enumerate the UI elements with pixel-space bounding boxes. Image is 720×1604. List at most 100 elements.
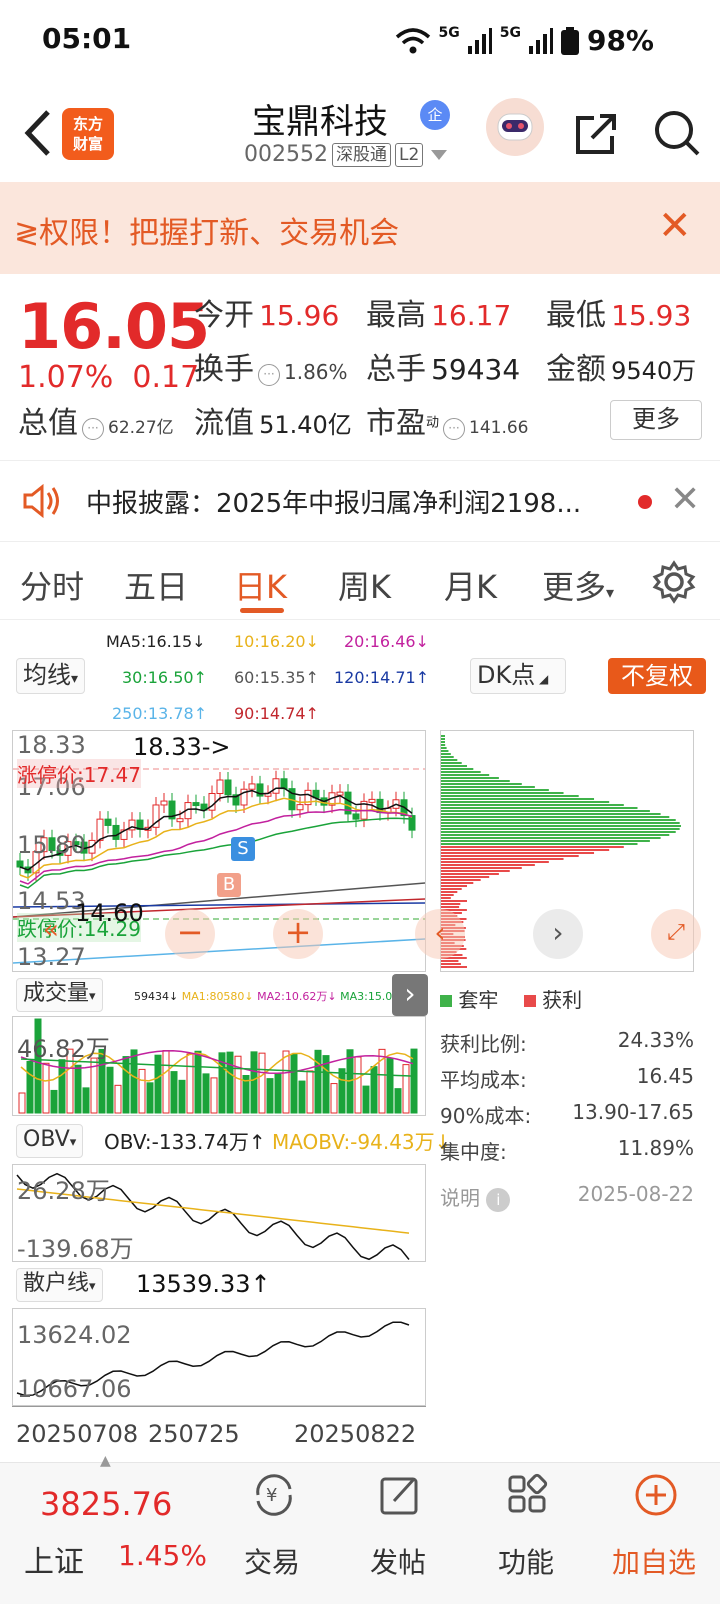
stock-code-row[interactable]: 002552 深股通 L2 xyxy=(244,142,448,167)
turnover-cell: 换手 ··· 1.86% xyxy=(194,344,348,388)
y-tick-3: 15.80 xyxy=(17,831,86,859)
info-icon[interactable]: ··· xyxy=(258,363,280,386)
promo-banner[interactable]: ≷权限！把握打新、交易机会 ✕ xyxy=(0,182,720,274)
nav-function-label: 功能 xyxy=(497,1546,554,1579)
retail-bottom-label: 10667.06 xyxy=(17,1375,132,1403)
fullscreen-icon[interactable]: ⤢ xyxy=(651,909,701,959)
notice-close-icon[interactable]: ✕ xyxy=(670,479,700,520)
candle-body xyxy=(176,818,184,823)
chip-bar xyxy=(441,846,624,848)
obv-legend: OBV:-133.74万↑ MAOBV:-94.43万↓ xyxy=(104,1126,451,1155)
index-value[interactable]: 3825.76 xyxy=(40,1485,172,1523)
info-icon[interactable]: ··· xyxy=(443,417,466,440)
volume-bar xyxy=(106,1066,114,1114)
logo-line1: 东方 xyxy=(72,115,103,133)
network-type-2: 5G xyxy=(499,24,521,41)
search-icon[interactable] xyxy=(652,108,702,158)
chip-bar xyxy=(441,861,549,863)
candle-body xyxy=(96,818,104,841)
turnover-value: 1.86% xyxy=(284,360,348,384)
sell-signal-badge[interactable]: S xyxy=(231,837,255,861)
tab-more[interactable]: 更多▾ xyxy=(542,562,614,608)
info-icon[interactable]: ··· xyxy=(82,417,104,440)
volume-bar xyxy=(258,1052,266,1114)
expand-panel-icon[interactable]: › xyxy=(392,974,428,1016)
volume-bar xyxy=(186,1053,194,1114)
chip-bar xyxy=(441,885,468,887)
adjust-mode-button[interactable]: 不复权 xyxy=(608,658,706,694)
ma-selector[interactable]: 均线▾ xyxy=(16,658,86,694)
tab-five-day[interactable]: 五日 xyxy=(124,562,188,608)
ai-assistant-icon[interactable] xyxy=(486,98,544,156)
ma250-label: 250:13.78↑ xyxy=(112,704,208,723)
chevron-right-icon[interactable]: › xyxy=(533,909,583,959)
nav-trade[interactable]: ¥ 交易 xyxy=(208,1463,336,1604)
dk-point-selector[interactable]: DK点 ◢ xyxy=(470,658,566,694)
tab-monthly-k[interactable]: 月K xyxy=(444,562,497,608)
retail-line-selector[interactable]: 散户线▾ xyxy=(16,1268,103,1302)
float-cap-value: 51.40亿 xyxy=(259,411,352,439)
zoom-out-icon[interactable]: − xyxy=(165,909,215,959)
volume-bar xyxy=(290,1053,298,1114)
more-quote-button[interactable]: 更多 xyxy=(610,400,702,440)
share-icon[interactable] xyxy=(572,110,620,158)
nav-add-watchlist[interactable]: 加自选 xyxy=(590,1463,718,1604)
logo-line2: 财富 xyxy=(72,135,103,153)
stock-name: 宝鼎科技 xyxy=(252,102,388,142)
nav-watch-label: 加自选 xyxy=(611,1546,696,1579)
candle-body xyxy=(296,804,304,811)
nav-trade-label: 交易 xyxy=(243,1546,300,1579)
nav-post[interactable]: 发帖 xyxy=(334,1463,462,1604)
retail-line-chart[interactable]: 13624.02 10667.06 xyxy=(12,1308,426,1406)
scroll-left-icon[interactable]: « xyxy=(43,915,59,945)
tab-weekly-k[interactable]: 周K xyxy=(338,562,391,608)
zoom-in-icon[interactable]: + xyxy=(273,909,323,959)
buy-signal-badge[interactable]: B xyxy=(217,873,241,897)
candle-body xyxy=(192,802,200,807)
tab-daily-k[interactable]: 日K xyxy=(234,562,287,608)
unread-dot xyxy=(638,495,652,509)
retail-selector-label: 散户线 xyxy=(23,1271,90,1296)
tab-intraday[interactable]: 分时 xyxy=(20,562,84,608)
nav-function[interactable]: 功能 xyxy=(462,1463,590,1604)
volume-bar xyxy=(338,1068,346,1114)
volume-bar xyxy=(210,1077,218,1114)
volume-indicator-selector[interactable]: 成交量▾ xyxy=(16,978,103,1012)
chip-distribution-chart[interactable]: ‹ › ⤢ xyxy=(415,730,701,972)
index-change[interactable]: 1.45% xyxy=(118,1539,207,1572)
volume-bar xyxy=(306,1070,314,1114)
profit-label: 获利 xyxy=(542,988,583,1012)
obv-chart[interactable]: 26.28万 -139.68万 xyxy=(12,1164,426,1263)
back-arrow-icon[interactable] xyxy=(18,106,58,160)
volume-chart[interactable]: 46.82万 xyxy=(12,1016,426,1116)
volume-max-label: 46.82万 xyxy=(17,1035,110,1063)
candle-body xyxy=(408,815,416,831)
chip-bar xyxy=(441,804,624,806)
volume-bar xyxy=(18,1092,26,1114)
volume-bar xyxy=(154,1054,162,1114)
index-name[interactable]: 上证 xyxy=(24,1537,84,1581)
maobv-value: MAOBV:-94.43万↓ xyxy=(271,1130,452,1154)
obv-selector[interactable]: OBV▾ xyxy=(16,1124,84,1158)
chevron-left-icon[interactable]: ‹ xyxy=(415,909,465,959)
open-value: 15.96 xyxy=(259,299,340,332)
enterprise-badge: 企 xyxy=(420,100,450,130)
price-change: 1.07% 0.17 xyxy=(18,360,199,395)
ma-selector-label: 均线 xyxy=(23,661,71,689)
caret-down-icon: ▾ xyxy=(71,671,79,687)
network-type-1: 5G xyxy=(438,24,460,41)
candle-body xyxy=(16,860,24,868)
status-bar: 05:01 5G 5G 98% xyxy=(0,0,720,80)
kline-chart[interactable]: 18.33 17.06 15.80 14.53 13.27 18.33-> 涨停… xyxy=(12,730,426,972)
stock-header: 东方 财富 宝鼎科技 企 002552 深股通 L2 xyxy=(0,86,720,182)
change-percent: 1.07% xyxy=(18,360,114,395)
notice-text: 中报披露：2025年中报归属净利润2198... xyxy=(86,489,582,519)
volume-bar xyxy=(42,1062,50,1114)
banner-close-icon[interactable]: ✕ xyxy=(658,204,692,248)
info-icon: i xyxy=(486,1188,511,1212)
chip-note-row[interactable]: 说明 i 2025-08-22 xyxy=(440,1182,694,1212)
gear-icon[interactable] xyxy=(652,560,696,604)
market-cap-cell: 总值 ··· 62.27亿 xyxy=(18,398,174,442)
notice-bar[interactable]: 中报披露：2025年中报归属净利润2198... ✕ xyxy=(0,460,720,542)
volume-value: 59434↓ xyxy=(134,990,179,1003)
